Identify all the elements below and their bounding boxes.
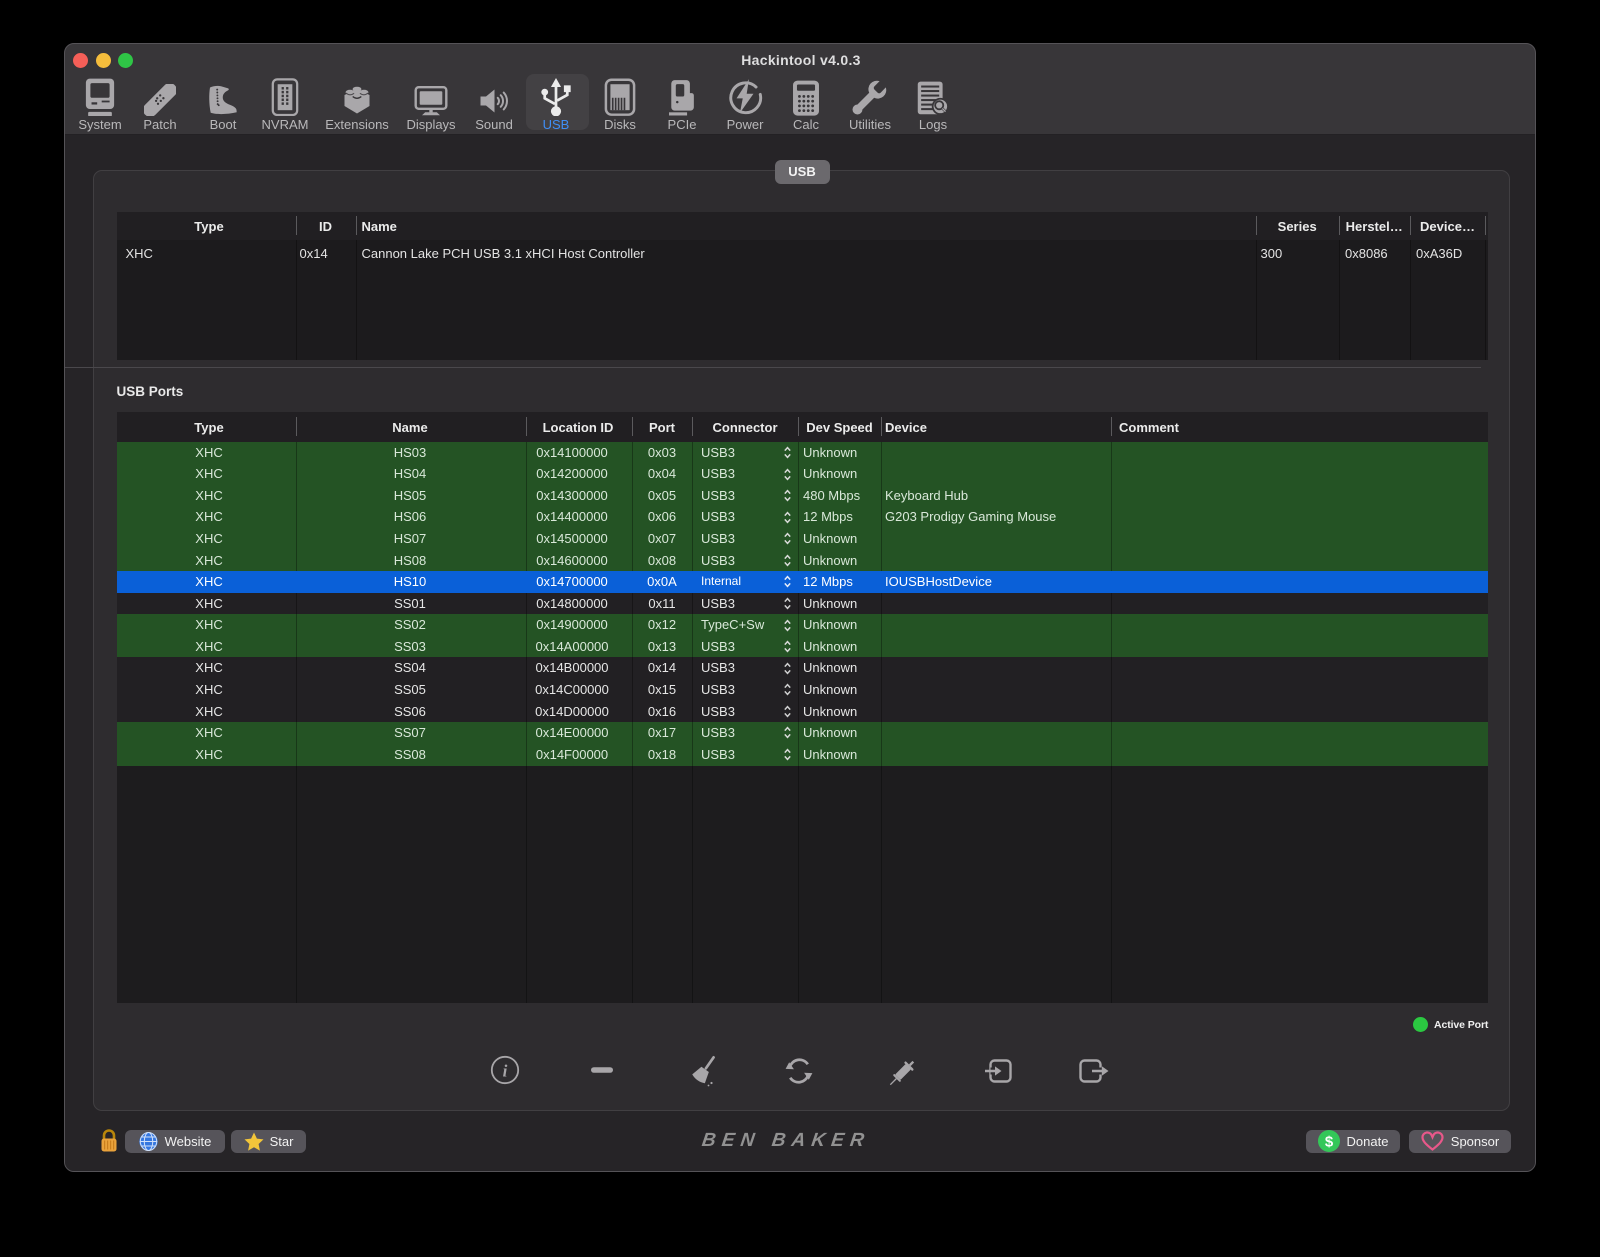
svg-text:i: i (503, 1062, 508, 1081)
svg-text:$: $ (1324, 1134, 1333, 1151)
